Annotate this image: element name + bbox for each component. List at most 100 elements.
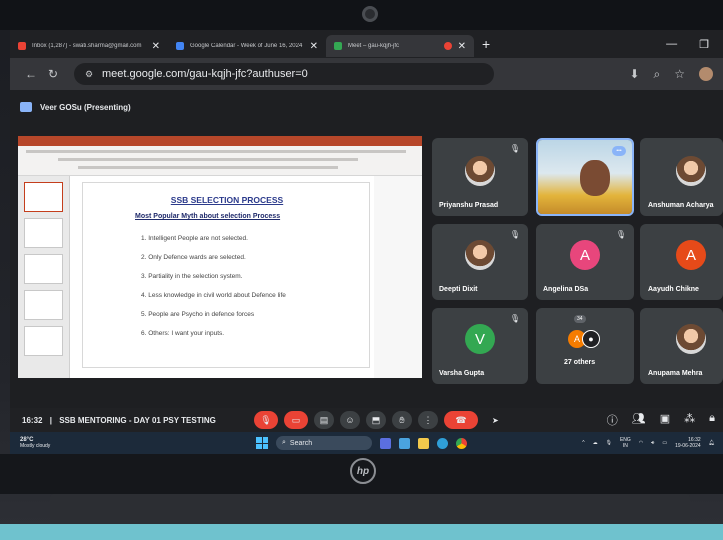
restore-button[interactable]: ❐ xyxy=(699,38,709,51)
shared-screen: SSB SELECTION PROCESS Most Popular Myth … xyxy=(18,136,422,378)
slide-thumbnail[interactable] xyxy=(24,326,63,356)
slide-thumbnail[interactable] xyxy=(24,182,63,212)
volume-icon[interactable]: 🔊︎ xyxy=(651,440,654,446)
present-screen-icon xyxy=(20,102,32,112)
language-indicator[interactable]: ENG IN xyxy=(620,437,631,449)
participant-tile[interactable]: 🎙︎ Deepti Dixit xyxy=(432,224,528,300)
chat-icon[interactable]: ▣ xyxy=(660,412,670,428)
tab-meet[interactable]: Meet – gau-kqjh-jfc ✕ xyxy=(326,35,474,57)
wifi-icon[interactable]: ◠ xyxy=(639,440,643,446)
chrome-icon[interactable] xyxy=(456,437,467,449)
tab-title: Inbox (1,287) - swati.sharma@gmail.com xyxy=(32,43,142,49)
tab-title: Meet – gau-kqjh-jfc xyxy=(348,43,400,49)
slide-thumbnails xyxy=(18,176,70,378)
participant-face xyxy=(580,160,610,196)
window-controls: — ❐ xyxy=(666,38,723,51)
powerpoint-side-panel xyxy=(374,176,422,378)
avatar: V xyxy=(465,324,495,354)
present-button[interactable]: ⬒ xyxy=(366,411,386,429)
emoji-icon: ☺ xyxy=(345,415,355,425)
slide-thumbnail[interactable] xyxy=(24,218,63,248)
avatar xyxy=(676,156,706,186)
zoom-icon[interactable]: ⌕ xyxy=(654,67,661,82)
list-item: 4. Less knowledge in civil world about D… xyxy=(141,292,286,299)
powerpoint-titlebar xyxy=(18,136,422,146)
system-tray: ^ ☁ 🎙︎ ENG IN ◠ 🔊︎ ▭ 16:32 19-06-2024 🔔︎ xyxy=(582,437,723,449)
host-controls-icon[interactable]: 🔒︎ xyxy=(709,412,715,428)
onedrive-icon[interactable]: ☁ xyxy=(593,440,598,446)
search-label: Search xyxy=(289,439,313,447)
meeting-name: SSB MENTORING - DAY 01 PSY TESTING xyxy=(59,415,216,425)
site-info-icon[interactable]: ⚙ xyxy=(84,69,94,80)
presenter-bar: Veer GOSu (Presenting) xyxy=(20,102,131,112)
slide-thumbnail[interactable] xyxy=(24,290,63,320)
activities-icon[interactable]: ⁂ xyxy=(684,412,695,428)
taskbar-clock[interactable]: 16:32 19-06-2024 xyxy=(675,437,701,449)
close-tab-icon[interactable]: ✕ xyxy=(458,41,466,52)
others-count-label: 27 others xyxy=(564,359,596,366)
edge-icon[interactable] xyxy=(437,437,448,449)
captions-button[interactable]: ▤ xyxy=(314,411,334,429)
mic-off-button[interactable]: 🎙︎ xyxy=(254,411,278,429)
participant-tile-active-speaker[interactable]: ••• xyxy=(536,138,634,216)
windows-start-icon[interactable] xyxy=(256,437,268,449)
gmail-icon xyxy=(18,42,26,50)
download-icon[interactable]: ⬇ xyxy=(629,67,639,81)
clock-date: 19-06-2024 xyxy=(675,443,701,449)
battery-icon[interactable]: ▭ xyxy=(662,440,667,446)
participant-tile[interactable]: A 🎙︎ Angelina DSa xyxy=(536,224,634,300)
people-icon[interactable]: 👥︎ xyxy=(632,412,646,428)
minimize-button[interactable]: — xyxy=(666,38,677,51)
meeting-separator: | xyxy=(49,415,52,425)
ribbon-tools xyxy=(78,166,338,169)
task-view-icon[interactable] xyxy=(380,437,391,449)
file-explorer-icon[interactable] xyxy=(418,437,429,449)
participant-tile[interactable]: 🎙︎ Priyanshu Prasad xyxy=(432,138,528,216)
meet-side-controls: ⓘ 👥︎ ▣ ⁂ 🔒︎ xyxy=(607,412,723,428)
participant-tile[interactable]: V 🎙︎ Varsha Gupta xyxy=(432,308,528,384)
browser-toolbar: ← ↻ ⚙ meet.google.com/gau-kqjh-jfc?authu… xyxy=(10,58,723,90)
tab-gmail[interactable]: Inbox (1,287) - swati.sharma@gmail.com ✕ xyxy=(10,35,168,57)
windows-taskbar: 28°C Mostly cloudy ⌕ Search ^ ☁ 🎙︎ ENG I… xyxy=(10,432,723,454)
close-tab-icon[interactable]: ✕ xyxy=(152,41,160,52)
address-bar[interactable]: ⚙ meet.google.com/gau-kqjh-jfc?authuser=… xyxy=(74,63,494,85)
mic-off-icon: 🎙︎ xyxy=(509,230,520,239)
calendar-icon xyxy=(176,42,184,50)
others-tile[interactable]: 34 A ● 27 others xyxy=(536,308,634,384)
avatar: A xyxy=(570,240,600,270)
meet-stage: Veer GOSu (Presenting) SSB SELECTION PRO… xyxy=(10,90,723,408)
avatar: A xyxy=(676,240,706,270)
mic-tray-icon[interactable]: 🎙︎ xyxy=(606,440,612,446)
mouse-cursor-icon: ➤ xyxy=(492,415,499,425)
reload-icon[interactable]: ↻ xyxy=(42,67,64,81)
url-text: meet.google.com/gau-kqjh-jfc?authuser=0 xyxy=(102,68,308,80)
slide-thumbnail[interactable] xyxy=(24,254,63,284)
browser-tab-strip: Inbox (1,287) - swati.sharma@gmail.com ✕… xyxy=(10,30,723,58)
camera-off-button[interactable]: ▭ xyxy=(284,411,308,429)
info-icon[interactable]: ⓘ xyxy=(607,412,618,428)
participant-tile[interactable]: A Aayudh Chikne xyxy=(640,224,723,300)
teams-icon[interactable] xyxy=(399,437,410,449)
back-icon[interactable]: ← xyxy=(20,67,42,81)
leave-call-button[interactable]: ☎︎ xyxy=(444,411,478,429)
tray-chevron-icon[interactable]: ^ xyxy=(582,440,584,446)
slide-bullet-list: 1. Intelligent People are not selected. … xyxy=(141,229,286,343)
taskbar-search[interactable]: ⌕ Search xyxy=(276,436,372,450)
close-tab-icon[interactable]: ✕ xyxy=(310,41,318,52)
list-item: 1. Intelligent People are not selected. xyxy=(141,235,248,242)
profile-avatar[interactable] xyxy=(699,67,713,81)
hand-icon: ✋︎ xyxy=(399,414,405,425)
tab-title: Google Calendar - Week of June 16, 2024 xyxy=(190,43,303,49)
taskbar-apps: ⌕ Search xyxy=(256,436,467,450)
bookmark-star-icon[interactable]: ☆ xyxy=(674,67,685,81)
raise-hand-button[interactable]: ✋︎ xyxy=(392,411,412,429)
laptop-keyboard-deck xyxy=(50,494,690,524)
participant-tile[interactable]: Anupama Mehra xyxy=(640,308,723,384)
tab-calendar[interactable]: Google Calendar - Week of June 16, 2024 … xyxy=(168,35,326,57)
new-tab-button[interactable]: + xyxy=(482,36,490,52)
more-options-button[interactable]: ⋮ xyxy=(418,411,438,429)
participant-tile[interactable]: Anshuman Acharya xyxy=(640,138,723,216)
reactions-button[interactable]: ☺ xyxy=(340,411,360,429)
notification-bell-icon[interactable]: 🔔︎ xyxy=(709,440,715,446)
weather-widget[interactable]: 28°C Mostly cloudy xyxy=(20,437,80,449)
